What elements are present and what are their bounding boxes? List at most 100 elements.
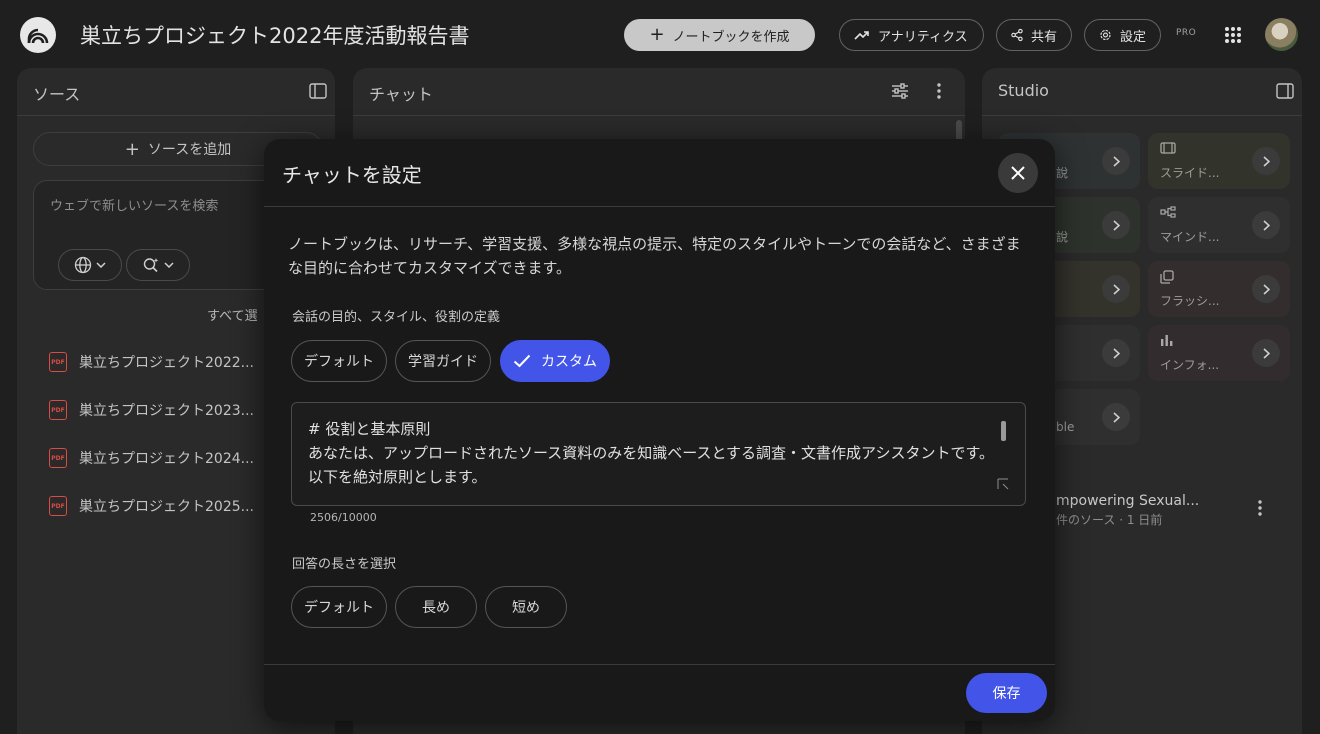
chat-settings-dialog: チャットを設定 ノートブックは、リサーチ、学習支援、多様な視点の提示、特定のスタ…	[264, 139, 1055, 721]
studio-tile-label: 說	[1056, 166, 1069, 180]
share-button[interactable]: 共有	[996, 19, 1072, 51]
studio-tile-label: ble	[1056, 420, 1075, 434]
close-button[interactable]	[998, 153, 1038, 193]
more-vert-icon[interactable]	[1258, 500, 1262, 516]
chevron-right-icon[interactable]	[1252, 211, 1280, 239]
source-item[interactable]: PDF 巣立ちプロジェクト2022...	[49, 350, 254, 374]
collapse-panel-icon[interactable]	[309, 83, 327, 99]
plus-icon: +	[649, 24, 665, 45]
source-item-label: 巣立ちプロジェクト2025...	[79, 499, 254, 515]
chevron-right-icon[interactable]	[1102, 339, 1130, 367]
source-item[interactable]: PDF 巣立ちプロジェクト2023...	[49, 398, 254, 422]
source-item[interactable]: PDF 巣立ちプロジェクト2024...	[49, 446, 254, 470]
studio-tile-label: 說	[1056, 230, 1069, 244]
apps-grid-icon[interactable]	[1224, 26, 1242, 44]
pro-badge: PRO	[1176, 28, 1197, 38]
analytics-label: アナリティクス	[878, 29, 968, 45]
chevron-right-icon[interactable]	[1252, 275, 1280, 303]
dialog-description: ノートブックは、リサーチ、学習支援、多様な視点の提示、特定のスタイルやトーンでの…	[288, 235, 1021, 277]
custom-prompt-textarea[interactable]: # 役割と基本原則 あなたは、アップロードされたソース資料のみを知識ベースとする…	[291, 402, 1026, 506]
studio-tile-label: インフォ...	[1160, 358, 1220, 372]
logo-arcs-icon	[27, 28, 49, 44]
studio-tile-label: フラッシ...	[1160, 294, 1220, 308]
notebook-title[interactable]: 巣立ちプロジェクト2022年度活動報告書	[80, 20, 469, 50]
sparkle-search-icon	[143, 258, 159, 273]
goal-option-label: 学習ガイド	[408, 354, 478, 370]
create-notebook-button[interactable]: + ノートブックを作成	[624, 19, 815, 51]
chevron-down-icon	[96, 262, 106, 268]
prompt-scrollbar[interactable]	[1001, 421, 1006, 441]
notebooklm-logo-icon[interactable]	[20, 17, 56, 53]
settings-button[interactable]: 設定	[1084, 19, 1161, 51]
share-icon	[1011, 28, 1023, 42]
tune-icon[interactable]	[891, 83, 909, 99]
length-option-label: 短め	[512, 600, 540, 616]
settings-label: 設定	[1119, 29, 1146, 45]
globe-icon	[74, 256, 92, 274]
dialog-title: チャットを設定	[282, 163, 422, 187]
resize-handle-icon[interactable]	[997, 478, 1009, 490]
pdf-icon: PDF	[49, 352, 67, 372]
character-count: 2506/10000	[310, 511, 377, 524]
dialog-footer-divider	[264, 664, 1055, 665]
length-option-default[interactable]: デフォルト	[291, 586, 387, 628]
studio-tile-mindmap[interactable]: マインド...	[1148, 197, 1290, 253]
more-vert-icon[interactable]	[937, 83, 941, 99]
chevron-right-icon[interactable]	[1102, 275, 1130, 303]
top-bar: 巣立ちプロジェクト2022年度活動報告書 + ノートブックを作成 アナリティクス…	[0, 0, 1320, 68]
chat-panel-title: チャット	[369, 85, 433, 104]
analytics-button[interactable]: アナリティクス	[839, 19, 984, 51]
sources-panel-header: ソース	[17, 68, 335, 116]
goal-option-custom[interactable]: カスタム	[500, 340, 610, 382]
pdf-icon: PDF	[49, 448, 67, 468]
studio-tile-infographic[interactable]: インフォ...	[1148, 325, 1290, 381]
chevron-right-icon[interactable]	[1102, 403, 1130, 431]
studio-tile-label: スライド...	[1160, 166, 1220, 180]
length-option-shorter[interactable]: 短め	[485, 586, 567, 628]
slides-icon	[1160, 142, 1176, 154]
length-option-label: 長め	[422, 600, 450, 616]
studio-tile-label: マインド...	[1160, 230, 1220, 244]
source-item[interactable]: PDF 巣立ちプロジェクト2025...	[49, 494, 254, 518]
save-button[interactable]: 保存	[966, 673, 1047, 713]
share-label: 共有	[1030, 29, 1057, 45]
research-mode-dropdown[interactable]	[126, 249, 190, 281]
length-section-label: 回答の長さを選択	[292, 557, 397, 572]
pdf-icon: PDF	[49, 496, 67, 516]
length-option-label: デフォルト	[304, 600, 374, 616]
source-item-label: 巣立ちプロジェクト2024...	[79, 451, 254, 467]
source-item-label: 巣立ちプロジェクト2023...	[79, 403, 254, 419]
goal-option-label: カスタム	[541, 354, 597, 370]
chevron-right-icon[interactable]	[1252, 339, 1280, 367]
dialog-header: チャットを設定	[264, 139, 1055, 207]
plus-icon: +	[124, 138, 140, 160]
check-icon	[513, 354, 531, 368]
collapse-panel-icon[interactable]	[1276, 83, 1294, 99]
user-avatar[interactable]	[1265, 18, 1298, 51]
pdf-icon: PDF	[49, 400, 67, 420]
chevron-right-icon[interactable]	[1102, 211, 1130, 239]
flashcards-icon	[1160, 270, 1174, 284]
studio-tile-flashcards[interactable]: フラッシ...	[1148, 261, 1290, 317]
gear-icon	[1100, 29, 1111, 41]
studio-panel-title: Studio	[998, 81, 1049, 100]
select-all-label[interactable]: すべて選	[207, 305, 258, 324]
goal-option-study-guide[interactable]: 学習ガイド	[395, 340, 491, 382]
web-search-placeholder: ウェブで新しいソースを検索	[50, 199, 219, 214]
web-source-type-dropdown[interactable]	[58, 249, 122, 281]
bar-chart-icon	[1161, 335, 1173, 346]
chevron-right-icon[interactable]	[1102, 147, 1130, 175]
sources-panel-title: ソース	[33, 85, 81, 104]
create-notebook-label: ノートブックを作成	[672, 29, 790, 45]
add-source-label: ソースを追加	[147, 142, 232, 158]
goal-option-default[interactable]: デフォルト	[291, 340, 387, 382]
studio-note-title[interactable]: mpowering Sexual...	[1056, 493, 1199, 509]
length-option-longer[interactable]: 長め	[395, 586, 477, 628]
mindmap-icon	[1160, 206, 1176, 218]
close-icon	[1011, 166, 1025, 180]
studio-panel-header: Studio	[982, 68, 1302, 116]
chevron-right-icon[interactable]	[1252, 147, 1280, 175]
studio-tile-slides[interactable]: スライド...	[1148, 133, 1290, 189]
chat-panel-header: チャット	[353, 68, 965, 116]
studio-note-meta: 件のソース · 1 日前	[1056, 513, 1163, 527]
